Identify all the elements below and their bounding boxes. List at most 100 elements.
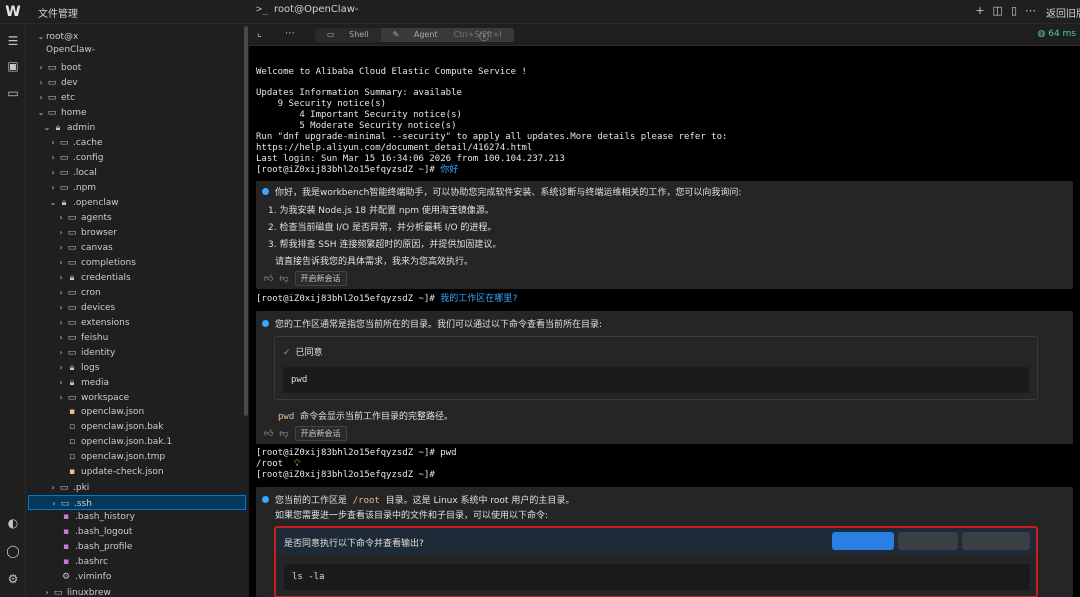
thumbs-down-icon[interactable]: 👎︎ [279,429,288,439]
approve-button[interactable] [832,532,894,550]
check-icon: ✓ [283,348,291,358]
layout-icon[interactable]: ▯ [1011,4,1017,17]
tree-item[interactable]: › ▭ devices [56,300,248,315]
folder-icon[interactable]: ▭ [6,86,20,100]
terminal-icon: >_ [256,4,269,15]
tree-item[interactable]: › ▭ canvas [56,240,248,255]
folder-icon: ▭ [59,483,69,493]
json-file-icon: ▪ [68,407,76,417]
tree-item[interactable]: ▫ openclaw.json.tmp [66,450,248,465]
tree-item[interactable]: › ▭ browser [56,225,248,240]
tree-item[interactable]: › ▭ etc [36,90,248,105]
output-line: Run "dnf upgrade-minimal --security" to … [256,132,728,142]
tree-item[interactable]: ▫ openclaw.json.bak [66,420,248,435]
tree-item[interactable]: › ▭ .config [48,150,248,165]
tree-item[interactable]: ⚙ .viminfo [60,570,248,585]
tree-item[interactable]: › ▭ feishu [56,330,248,345]
menu-icon[interactable]: ☰ [6,34,20,48]
tree-item[interactable]: › ▭ .pki [48,480,248,495]
folder-icon: ▭ [67,228,77,238]
back-old-version-link[interactable]: 返回旧版 [1046,5,1080,20]
tree-item[interactable]: › 🔒︎ media [56,375,248,390]
tree-item[interactable]: ▪ .bash_logout [60,525,248,540]
tree-item[interactable]: › ▭ workspace [56,390,248,405]
lightbulb-icon[interactable]: 💡︎ [294,459,300,469]
add-icon[interactable]: + [975,4,984,17]
tree-item[interactable]: ▪ .bash_profile [60,540,248,555]
terminal-panel-icon[interactable]: ▣ [6,59,20,73]
theme-icon[interactable]: ◐ [6,516,20,530]
output-line: Updates Information Summary: available [256,88,462,98]
terminal-toolbar: ⌞ ⋯ ▭ Shell ✎ Agent Ctrl+Shift+I ⓘ ◍ 64 m… [249,24,1080,46]
thumbs-up-icon[interactable]: 👍︎ [264,274,273,284]
tree-item[interactable]: ⌄ ▭ home [36,105,248,120]
file-icon: ▫ [68,422,76,432]
more-icon[interactable]: ⋯ [1025,4,1036,17]
tree-item[interactable]: › ▭ linuxbrew [42,585,248,597]
terminal-tab-label: root@OpenClaw- [274,4,359,15]
ai-response-block: 您当前的工作区是 /root 目录。这是 Linux 系统中 root 用户的主… [256,487,1073,597]
tree-item[interactable]: ▪ .bash_history [60,510,248,525]
reject-button[interactable] [898,532,958,550]
prompt-line: [root@iZ0xij83bhl2o15efqyzsdZ ~]# 你好 [256,165,459,175]
tree-item[interactable]: › ▭ agents [56,210,248,225]
output-line: 4 Important Security notice(s) [256,110,462,120]
new-chat-button[interactable]: 开启新会话 [294,426,347,441]
ai-response-block: 你好，我是workbench智能终端助手，可以协助您完成软件安装、系统诊断与终端… [256,181,1073,289]
tree-item[interactable]: ▫ openclaw.json.bak.1 [66,435,248,450]
split-icon[interactable]: ◫ [993,4,1003,17]
tree-item[interactable]: › 🔒︎ logs [56,360,248,375]
assistant-dot-icon [262,188,269,195]
settings-gear-icon[interactable]: ⚙ [6,572,20,586]
tree-item[interactable]: ▪ .bashrc [60,555,248,570]
latency-indicator: ◍ 64 ms [1037,29,1077,39]
assistant-dot-icon [262,320,269,327]
folder-icon: ▭ [67,243,77,253]
tree-item[interactable]: › ▭ .cache [48,135,248,150]
lock-icon: 🔒︎ [61,198,67,208]
edit-button[interactable] [962,532,1030,550]
tree-item[interactable]: › ▭ completions [56,255,248,270]
chart-icon[interactable]: ⌞ [257,28,262,39]
tree-item[interactable]: › ▭ .local [48,165,248,180]
ai-response-block: 您的工作区通常是指您当前所在的目录。我们可以通过以下命令查看当前所在目录: ✓ 已… [256,311,1073,444]
new-chat-button[interactable]: 开启新会话 [294,271,347,286]
thumbs-up-icon[interactable]: 👍︎ [264,429,273,439]
tree-item[interactable]: › ▭ identity [56,345,248,360]
explorer-scrollbar[interactable] [244,26,248,416]
terminal-panel[interactable]: ⌞ ⋯ ▭ Shell ✎ Agent Ctrl+Shift+I ⓘ ◍ 64 m… [249,24,1080,597]
tree-item[interactable]: ⌄ 🔒︎ .openclaw [48,195,248,210]
explorer-root[interactable]: ⌄ root@x [36,29,248,44]
globe-icon: ◍ [1037,29,1049,39]
tree-item[interactable]: ▪ update-check.json [66,465,248,480]
folder-icon: ▭ [59,183,69,193]
terminal-small-icon: ▭ [327,30,338,39]
more-icon[interactable]: ⋯ [285,28,295,39]
help-icon[interactable]: ⓘ [479,28,489,43]
lock-icon: 🔒︎ [69,273,75,283]
tree-item[interactable]: ▪ openclaw.json [66,405,248,420]
ai-text: pwd 命令会显示当前工作目录的完整路径。 [278,412,454,422]
chevron-down-icon: ⌄ [37,32,45,41]
folder-icon: ▭ [67,318,77,328]
tree-item[interactable]: › ▭ extensions [56,315,248,330]
terminal-tab[interactable]: >_ root@OpenClaw- [256,4,358,15]
tree-item-selected[interactable]: › ▭ .ssh [28,495,246,510]
bash-file-icon: ▪ [62,542,70,552]
tree-item[interactable]: ⌄ 🔒︎ admin [42,120,248,135]
tree-item[interactable]: › 🔒︎ credentials [56,270,248,285]
ai-text: 如果您需要进一步查看该目录中的文件和子目录，可以使用以下命令: [275,511,549,521]
folder-icon: ▭ [59,168,69,178]
tree-item[interactable]: › ▭ .npm [48,180,248,195]
thumbs-down-icon[interactable]: 👎︎ [279,274,288,284]
folder-icon: ▭ [47,78,57,88]
shell-tab[interactable]: ▭ Shell [315,28,381,42]
tree-item[interactable]: › ▭ dev [36,75,248,90]
bash-file-icon: ▪ [62,527,70,537]
tree-item[interactable]: › ▭ boot [36,60,248,75]
bash-file-icon: ▪ [62,512,70,522]
agent-tab[interactable]: ✎ Agent Ctrl+Shift+I [380,28,514,42]
account-icon[interactable]: ◯ [6,544,20,558]
tree-item[interactable]: › ▭ cron [56,285,248,300]
title-bar: W 文件管理 >_ root@OpenClaw- + ◫ ▯ ⋯ 返回旧版 [0,0,1080,24]
